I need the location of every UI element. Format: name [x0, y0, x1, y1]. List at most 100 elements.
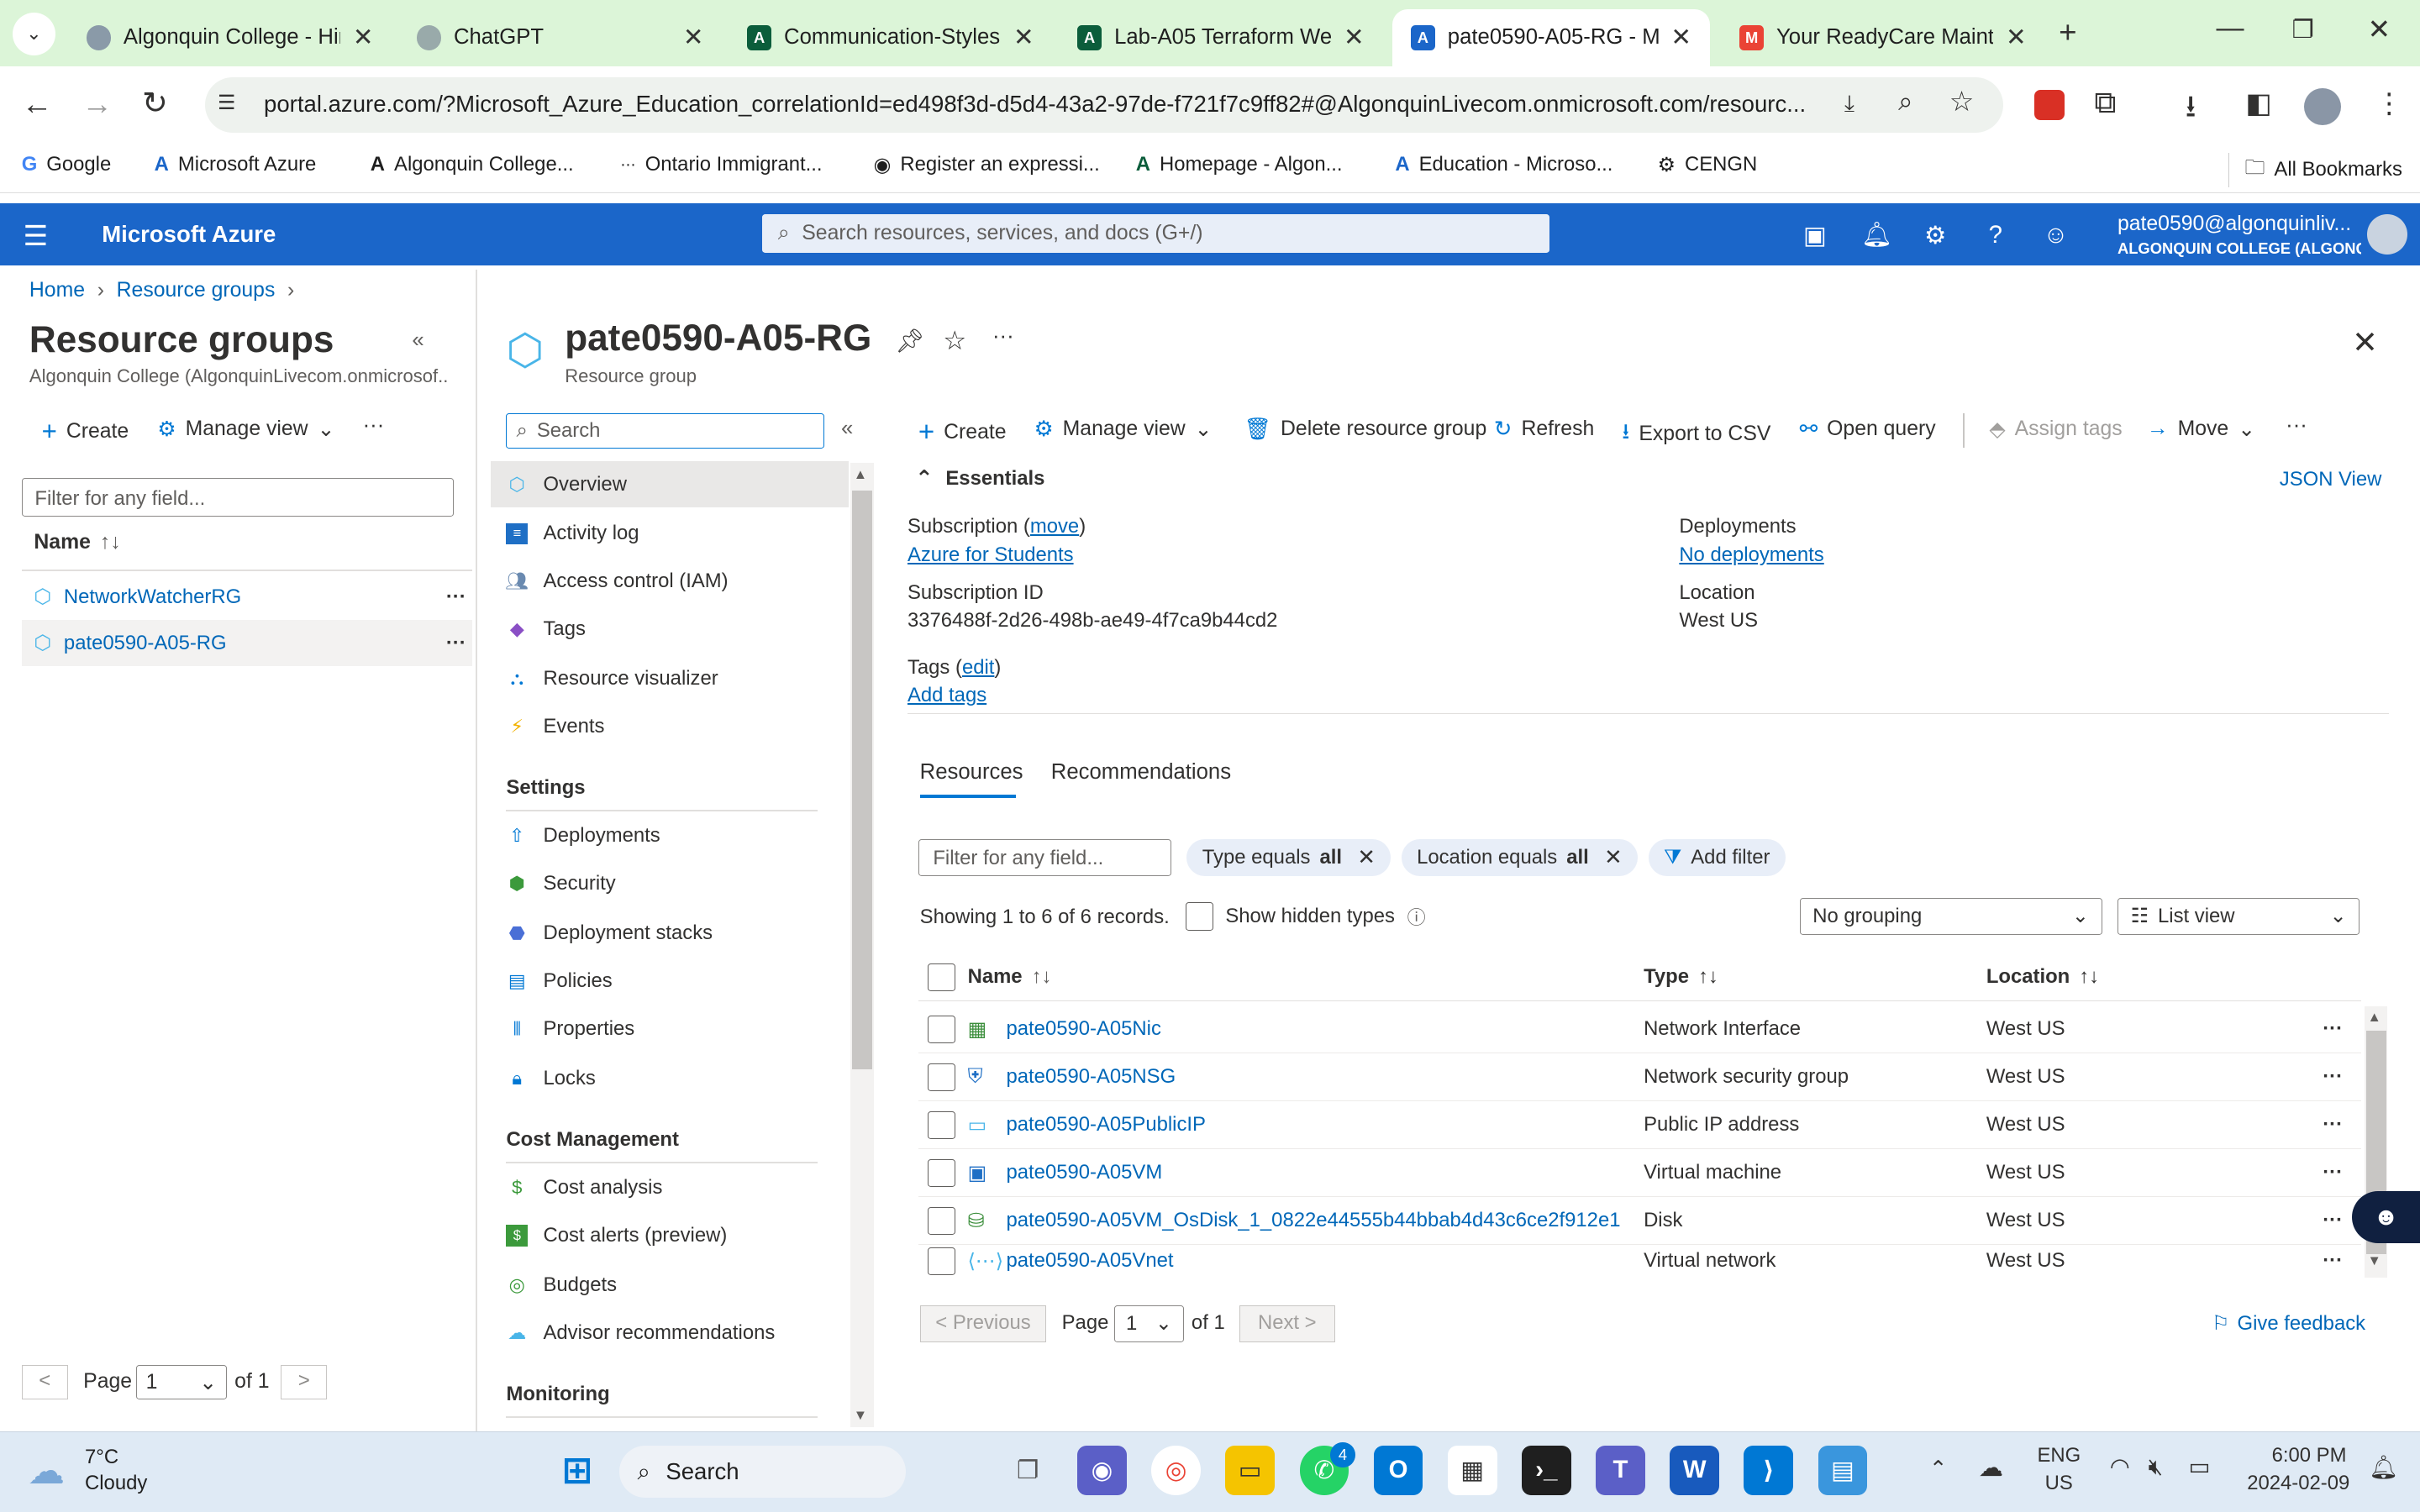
bookmark-star-icon[interactable]: ☆: [1949, 85, 1975, 118]
side-panel-icon[interactable]: ◧: [2245, 87, 2271, 120]
bookmark-google[interactable]: G Google: [22, 153, 112, 176]
task-view-icon[interactable]: ❐: [1003, 1446, 1053, 1495]
chrome-icon[interactable]: ◎: [1151, 1445, 1201, 1495]
bookmark-azure[interactable]: A Microsoft Azure: [155, 153, 317, 176]
rg-list-item[interactable]: ⬡ NetworkWatcherRG ···: [22, 574, 472, 620]
bookmark-education[interactable]: A Education - Microso...: [1395, 153, 1612, 176]
teams-chat-icon[interactable]: ◉: [1077, 1445, 1127, 1495]
close-tab-icon[interactable]: ✕: [683, 23, 704, 52]
next-page-button[interactable]: >: [281, 1365, 328, 1399]
cloud-shell-icon[interactable]: ▣: [1801, 221, 1828, 249]
remove-filter-icon[interactable]: ✕: [1357, 845, 1376, 870]
bookmark-algonquin[interactable]: A Algonquin College...: [371, 153, 574, 176]
bookmark-register[interactable]: ◉ Register an expressi...: [874, 153, 1100, 177]
terminal-icon[interactable]: ›_: [1521, 1445, 1571, 1495]
show-hidden-checkbox[interactable]: [1185, 902, 1213, 931]
nav-deployments[interactable]: ⇧ Deployments: [506, 813, 660, 859]
browser-tab-lab[interactable]: A Lab-A05 Terraform Web ✕: [1059, 9, 1383, 66]
file-explorer-icon[interactable]: ▭: [1225, 1445, 1276, 1495]
battery-icon[interactable]: ▭: [2188, 1453, 2210, 1480]
browser-tab-azure-active[interactable]: A pate0590-A05-RG - Mic ✕: [1392, 9, 1711, 66]
nav-cost-analysis[interactable]: $ Cost analysis: [506, 1165, 662, 1211]
breadcrumb-resource-groups[interactable]: Resource groups: [117, 279, 276, 302]
add-filter-button[interactable]: ⧩ Add filter: [1648, 839, 1786, 877]
rg-link[interactable]: pate0590-A05-RG: [64, 632, 227, 655]
manage-view-button[interactable]: ⚙ Manage view ⌄: [1034, 417, 1213, 442]
all-bookmarks[interactable]: 🗀 All Bookmarks: [2228, 152, 2402, 187]
restore-icon[interactable]: ❐: [2291, 15, 2313, 45]
bookmark-ontario[interactable]: ⋯ Ontario Immigrant...: [620, 153, 822, 176]
user-avatar[interactable]: [2367, 214, 2408, 255]
row-checkbox[interactable]: [927, 1015, 955, 1043]
remove-filter-icon[interactable]: ✕: [1604, 845, 1623, 870]
more-icon[interactable]: ···: [446, 632, 466, 655]
weather-temp[interactable]: 7°C: [85, 1446, 118, 1469]
zoom-icon[interactable]: ⌕: [1898, 87, 1912, 118]
type-filter-pill[interactable]: Type equals all ✕: [1186, 839, 1392, 877]
nav-iam[interactable]: 👥︎ Access control (IAM): [505, 559, 728, 605]
name-column-header[interactable]: Name ↑↓: [968, 965, 1052, 989]
previous-page-button[interactable]: < Previous: [919, 1305, 1047, 1342]
more-icon[interactable]: ···: [2323, 1017, 2343, 1041]
taskbar-search[interactable]: ⌕ Search: [618, 1445, 907, 1499]
azure-brand[interactable]: Microsoft Azure: [102, 221, 276, 248]
profile-avatar[interactable]: [2304, 87, 2342, 125]
browser-tab-gmail[interactable]: M Your ReadyCare Mainte ✕: [1721, 9, 2045, 66]
back-icon[interactable]: ←: [22, 87, 53, 122]
rg-link[interactable]: NetworkWatcherRG: [64, 585, 241, 609]
reload-icon[interactable]: ↻: [142, 85, 168, 121]
resource-row[interactable]: ⟨⋯⟩ pate0590-A05Vnet Virtual network West U…: [918, 1245, 2361, 1278]
location-column-header[interactable]: Location ↑↓: [1986, 965, 2099, 989]
row-checkbox[interactable]: [927, 1247, 955, 1275]
close-tab-icon[interactable]: ✕: [353, 23, 374, 52]
essentials-toggle[interactable]: ⌃ Essentials: [915, 466, 1044, 491]
add-tags-link[interactable]: Add tags: [908, 684, 986, 707]
user-name[interactable]: pate0590@algonquinliv...: [2118, 213, 2361, 236]
resource-name-link[interactable]: pate0590-A05Nic: [1007, 1017, 1161, 1041]
download-icon[interactable]: ⭳: [2186, 85, 2196, 137]
settings-gear-icon[interactable]: ⚙: [1922, 221, 1949, 249]
more-icon[interactable]: ···: [2286, 413, 2307, 438]
row-checkbox[interactable]: [927, 1206, 955, 1235]
notification-center-icon[interactable]: 🔔︎: [2369, 1453, 2398, 1481]
favorite-star-icon[interactable]: ☆: [943, 326, 966, 356]
tab-resources[interactable]: Resources: [920, 760, 1023, 785]
move-link[interactable]: move: [1030, 515, 1079, 538]
edit-tags-link[interactable]: edit: [962, 656, 994, 679]
copilot-bot-icon[interactable]: ☻: [2352, 1190, 2420, 1244]
rg-filter-input[interactable]: Filter for any field...: [21, 478, 454, 517]
location-filter-pill[interactable]: Location equals all ✕: [1401, 839, 1639, 877]
info-icon[interactable]: ⓘ: [1407, 903, 1426, 930]
prev-page-button[interactable]: <: [21, 1365, 68, 1399]
nav-security[interactable]: ⬢ Security: [506, 861, 616, 907]
move-button[interactable]: → Move ⌄: [2147, 417, 2255, 442]
create-rg-button[interactable]: + Create: [42, 417, 129, 447]
browser-menu-icon[interactable]: ⋮: [2375, 87, 2403, 120]
install-app-icon[interactable]: ⤓: [1844, 90, 1854, 118]
view-dropdown[interactable]: ☷ List view ⌄: [2117, 897, 2360, 936]
address-bar[interactable]: ☰ portal.azure.com/?Microsoft_Azure_Educ…: [205, 76, 2004, 133]
resource-name-link[interactable]: pate0590-A05VM_OsDisk_1_0822e44555b44bba…: [1007, 1209, 1621, 1232]
assign-tags-button[interactable]: ⬘ Assign tags: [1990, 417, 2123, 442]
next-page-button[interactable]: Next >: [1239, 1305, 1335, 1342]
global-search-input[interactable]: ⌕ Search resources, services, and docs (G…: [762, 214, 1550, 254]
collapse-menu-icon[interactable]: «: [841, 417, 853, 441]
snipping-tool-icon[interactable]: ▦: [1447, 1445, 1497, 1495]
more-icon[interactable]: ···: [363, 413, 385, 438]
row-checkbox[interactable]: [927, 1110, 955, 1139]
bookmark-cengn[interactable]: ⚙ CENGN: [1658, 153, 1758, 177]
resource-name-link[interactable]: pate0590-A05VM: [1007, 1161, 1163, 1184]
no-deployments-link[interactable]: No deployments: [1679, 543, 1823, 567]
resource-name-link[interactable]: pate0590-A05PublicIP: [1007, 1113, 1206, 1137]
more-icon[interactable]: ···: [2323, 1161, 2343, 1184]
scroll-up-icon[interactable]: ▲: [854, 466, 867, 483]
resource-row[interactable]: ▭ pate0590-A05PublicIP Public IP address We…: [918, 1101, 2362, 1150]
teams-icon[interactable]: T: [1596, 1445, 1645, 1495]
show-hidden-icons-chevron[interactable]: ⌃: [1929, 1457, 1948, 1482]
page-select[interactable]: 1 ⌄: [1114, 1305, 1184, 1342]
site-info-icon[interactable]: ☰: [218, 91, 235, 115]
notepad-icon[interactable]: ▤: [1818, 1445, 1868, 1495]
outlook-icon[interactable]: O: [1373, 1445, 1423, 1495]
more-icon[interactable]: ···: [992, 324, 1014, 349]
manage-view-button[interactable]: ⚙ Manage view ⌄: [157, 417, 334, 442]
